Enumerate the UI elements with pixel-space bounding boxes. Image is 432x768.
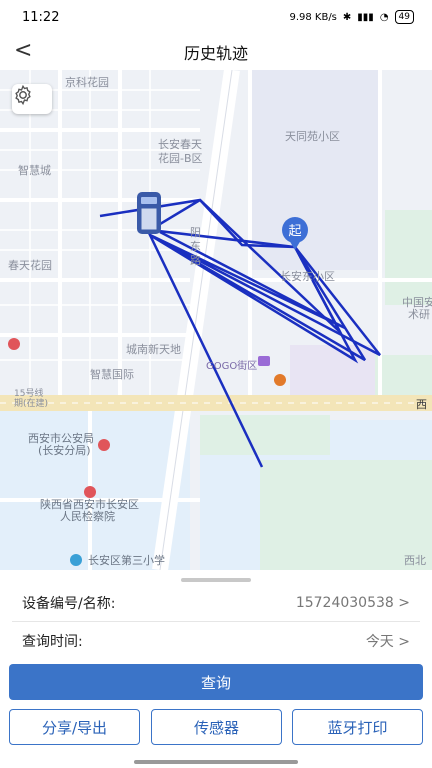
map-label: 春天花园 bbox=[8, 259, 52, 272]
map-label: 西 bbox=[416, 398, 427, 411]
status-time: 11:22 bbox=[22, 9, 60, 25]
poi-pin bbox=[8, 338, 20, 350]
device-label: 设备编号/名称: bbox=[22, 596, 116, 612]
time-label: 查询时间: bbox=[22, 634, 83, 650]
network-speed: 9.98 KB/s bbox=[289, 11, 337, 23]
home-indicator[interactable] bbox=[134, 760, 298, 764]
map-label: 中国安 bbox=[402, 295, 432, 309]
map-label: 陕西省西安市长安区 bbox=[40, 497, 139, 511]
poi-pin bbox=[274, 374, 286, 386]
back-icon[interactable]: < bbox=[14, 38, 32, 63]
drag-handle[interactable] bbox=[181, 578, 251, 582]
sensor-button[interactable]: 传感器 bbox=[151, 709, 282, 745]
map-label: 15号线 bbox=[14, 387, 43, 399]
poi-pin bbox=[98, 439, 110, 451]
map-label: 阳 bbox=[190, 226, 201, 239]
map-label: 长安区第三小学 bbox=[88, 553, 165, 567]
wifi-icon: ◔ bbox=[379, 11, 389, 23]
map-label: 长安春天 bbox=[158, 137, 202, 151]
map-label: 花园-B区 bbox=[158, 152, 203, 165]
map-label: 术研 bbox=[408, 308, 430, 321]
map-label: GOGO街区 bbox=[206, 359, 257, 372]
bluetooth-print-button[interactable]: 蓝牙打印 bbox=[292, 709, 423, 745]
bluetooth-icon: ✱ bbox=[342, 11, 352, 23]
map-label: 智慧城 bbox=[18, 163, 51, 177]
device-value[interactable]: 15724030538 > bbox=[296, 595, 410, 611]
device-row[interactable]: 设备编号/名称: 15724030538 > bbox=[22, 584, 410, 622]
time-row[interactable]: 查询时间: 今天 > bbox=[22, 622, 410, 660]
query-panel: 设备编号/名称: 15724030538 > 查询时间: 今天 > 查询 分享/… bbox=[0, 570, 432, 768]
signal-icon: ▮▮▮ bbox=[357, 11, 374, 23]
map-canvas: 起 京科花园 长安春天 花园-B区 天同苑小区 智慧城 春天花园 长安东小区 中… bbox=[0, 70, 432, 570]
map-label: 天同苑小区 bbox=[285, 130, 340, 143]
map-label: 西安市公安局 bbox=[28, 431, 94, 445]
map-label: 京科花园 bbox=[65, 75, 109, 89]
share-export-button[interactable]: 分享/导出 bbox=[9, 709, 140, 745]
poi-pin bbox=[84, 486, 96, 498]
start-marker-label: 起 bbox=[288, 224, 301, 239]
query-button[interactable]: 查询 bbox=[9, 664, 423, 700]
vehicle-icon bbox=[137, 192, 161, 234]
map-label: 长安东小区 bbox=[280, 269, 335, 283]
page-title: 历史轨迹 bbox=[183, 44, 248, 63]
poi-pin bbox=[70, 554, 82, 566]
map-label: 期(在建) bbox=[14, 397, 48, 409]
map-label: 东 bbox=[190, 240, 201, 253]
gear-icon bbox=[15, 84, 31, 106]
map-label: 城南新天地 bbox=[126, 342, 181, 356]
map-settings-button[interactable] bbox=[12, 84, 52, 114]
map-label: 智慧国际 bbox=[90, 367, 134, 381]
map-view[interactable]: 起 京科花园 长安春天 花园-B区 天同苑小区 智慧城 春天花园 长安东小区 中… bbox=[0, 70, 432, 570]
status-bar: 11:22 9.98 KB/s ✱ ▮▮▮ ◔ 49 bbox=[0, 0, 432, 34]
map-label: 人民检察院 bbox=[60, 509, 115, 523]
battery-icon: 49 bbox=[394, 10, 414, 24]
time-value[interactable]: 今天 > bbox=[366, 631, 410, 651]
map-label: (长安分局) bbox=[38, 443, 91, 457]
poi-pin bbox=[258, 356, 270, 366]
status-icons: 9.98 KB/s ✱ ▮▮▮ ◔ 49 bbox=[289, 10, 414, 24]
map-label: 路 bbox=[190, 254, 201, 267]
map-label: 西北 bbox=[404, 554, 426, 567]
nav-bar: < 历史轨迹 bbox=[0, 34, 432, 70]
